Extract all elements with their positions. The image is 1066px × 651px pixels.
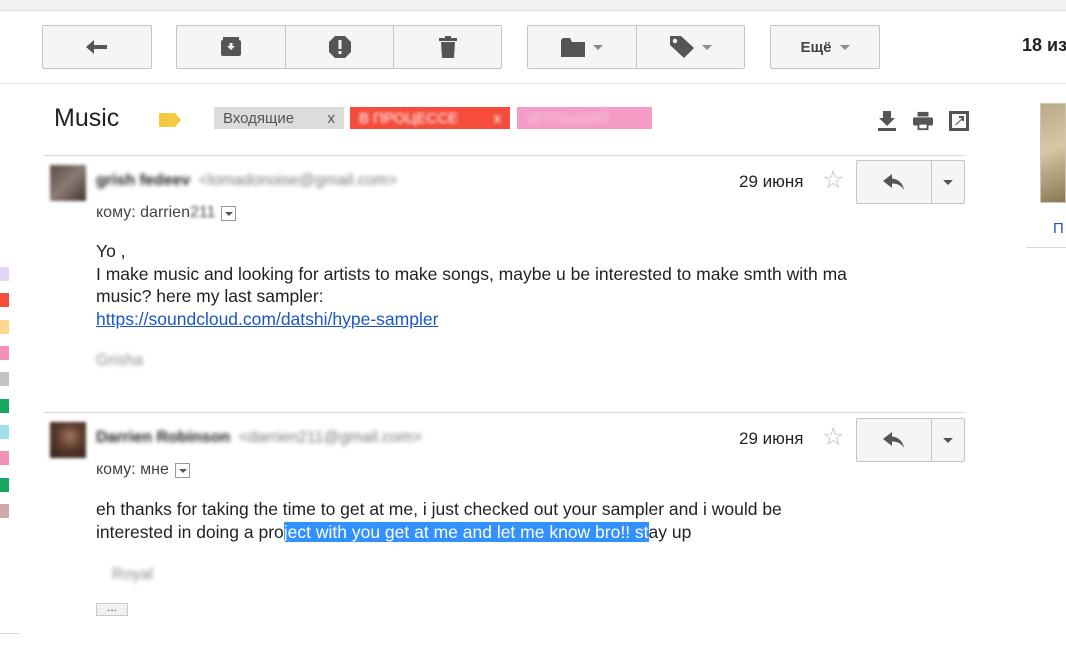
- report-spam-button[interactable]: [285, 26, 393, 68]
- move-to-button[interactable]: [528, 26, 636, 68]
- right-panel-divider: [1026, 247, 1066, 248]
- chevron-down-icon: [593, 44, 603, 50]
- folder-icon: [561, 37, 585, 57]
- to-recipient-hidden: 211: [189, 204, 216, 221]
- contact-photo[interactable]: [1040, 103, 1066, 203]
- message-body: Yo , I make music and looking for artist…: [96, 240, 847, 330]
- label-color-swatch[interactable]: [0, 425, 9, 439]
- message-more-button[interactable]: [931, 419, 964, 461]
- to-recipient: мне: [140, 461, 169, 478]
- organize-button-group: [527, 25, 745, 69]
- tag-icon: [669, 36, 694, 58]
- label-inbox-text: Входящие: [223, 109, 295, 127]
- message-date: 29 июня: [739, 429, 804, 448]
- body-line: Yo ,: [96, 241, 126, 261]
- message-date: 29 июня: [739, 172, 804, 191]
- soundcloud-link[interactable]: https://soundcloud.com/datshi/hype-sampl…: [96, 309, 438, 329]
- message-divider: [44, 155, 966, 156]
- download-icon[interactable]: [877, 111, 897, 131]
- sender-email: <darrien211@gmail.com>: [238, 429, 422, 446]
- sender-email: <lomadonoise@gmail.com>: [198, 172, 398, 189]
- label-pink-text: ЗРУЛЬШИЙ: [526, 109, 609, 127]
- chevron-down-icon: [943, 179, 954, 185]
- body-text-plain: interested in doing a pro: [96, 521, 284, 542]
- to-prefix: кому:: [96, 461, 136, 478]
- to-prefix: кому:: [96, 204, 136, 221]
- star-icon[interactable]: ☆: [822, 168, 844, 193]
- show-details-button[interactable]: [221, 205, 237, 221]
- body-line: music? here my last sampler:: [96, 286, 324, 306]
- toolbar-divider: [0, 83, 1066, 84]
- importance-marker-icon[interactable]: [159, 113, 181, 127]
- label-color-swatch[interactable]: [0, 293, 9, 307]
- more-label: Ещё: [800, 38, 832, 56]
- label-color-swatch[interactable]: [0, 399, 9, 413]
- new-window-icon[interactable]: [949, 111, 969, 131]
- labels-button[interactable]: [636, 26, 744, 68]
- reply-button[interactable]: [857, 419, 931, 461]
- label-color-swatch[interactable]: [0, 478, 9, 492]
- star-icon[interactable]: ☆: [822, 425, 844, 450]
- label-in-progress: В ПРОЦЕССЕ x: [350, 107, 510, 129]
- selected-text: ject with you get at me and let me know …: [283, 521, 649, 542]
- show-details-button[interactable]: [174, 462, 190, 478]
- print-icon[interactable]: [913, 111, 933, 131]
- thread-subject: Music: [54, 104, 120, 132]
- back-arrow-icon: [86, 40, 107, 54]
- message-body: eh thanks for taking the time to get at …: [96, 498, 782, 543]
- sender: grish fedeev <lomadonoise@gmail.com>: [96, 172, 397, 190]
- body-line: eh thanks for taking the time to get at …: [96, 499, 782, 519]
- reply-button[interactable]: [857, 161, 931, 203]
- reply-icon: [883, 432, 905, 448]
- signature: Grisha: [96, 352, 144, 369]
- page-count-text: 18 из: [1022, 35, 1066, 55]
- more-button[interactable]: Ещё: [770, 25, 880, 69]
- label-color-swatch[interactable]: [0, 451, 9, 465]
- label-color-swatch[interactable]: [0, 504, 9, 518]
- contact-link[interactable]: П: [1053, 220, 1064, 237]
- message-divider: [44, 412, 966, 413]
- bottom-divider: [0, 633, 20, 634]
- avatar[interactable]: [50, 422, 86, 458]
- page-count: 18 из: [1022, 35, 1066, 56]
- reply-button-group: [856, 160, 965, 204]
- archive-button[interactable]: [177, 26, 285, 68]
- recipient-line: кому: darrien 211: [96, 204, 237, 222]
- label-color-swatch[interactable]: [0, 267, 9, 281]
- remove-label-button[interactable]: x: [494, 110, 502, 127]
- signature: Royal: [112, 566, 153, 583]
- show-trimmed-content-button[interactable]: ...: [96, 601, 128, 616]
- label-color-swatch[interactable]: [0, 372, 9, 386]
- body-text-plain: ay up: [648, 521, 692, 542]
- chevron-down-icon: [701, 44, 712, 50]
- to-recipient: darrien: [140, 204, 190, 221]
- message-more-button[interactable]: [931, 161, 964, 203]
- reply-button-group: [856, 418, 965, 462]
- recipient-line: кому: мне: [96, 461, 190, 479]
- top-edge: [0, 0, 1066, 11]
- remove-label-button[interactable]: x: [328, 110, 336, 127]
- spam-icon: [328, 36, 351, 58]
- label-in-progress-text: В ПРОЦЕССЕ: [359, 109, 459, 127]
- label-color-swatch[interactable]: [0, 346, 9, 360]
- sender-name[interactable]: grish fedeev: [96, 172, 190, 189]
- back-button[interactable]: [42, 25, 152, 69]
- action-button-group: [176, 25, 502, 69]
- delete-button[interactable]: [393, 26, 501, 68]
- body-line: I make music and looking for artists to …: [96, 263, 847, 284]
- body-line: interested in doing a project with you g…: [96, 521, 782, 544]
- sender-name[interactable]: Darrien Robinson: [96, 429, 230, 446]
- reply-icon: [883, 174, 905, 190]
- label-color-swatch[interactable]: [0, 320, 9, 334]
- chevron-down-icon: [839, 44, 850, 50]
- label-inbox: Входящие x: [214, 107, 344, 129]
- label-pink: ЗРУЛЬШИЙ: [517, 107, 652, 129]
- trash-icon: [438, 36, 457, 58]
- avatar[interactable]: [50, 165, 86, 201]
- archive-icon: [221, 37, 241, 56]
- chevron-down-icon: [943, 437, 954, 443]
- sender: Darrien Robinson <darrien211@gmail.com>: [96, 429, 422, 447]
